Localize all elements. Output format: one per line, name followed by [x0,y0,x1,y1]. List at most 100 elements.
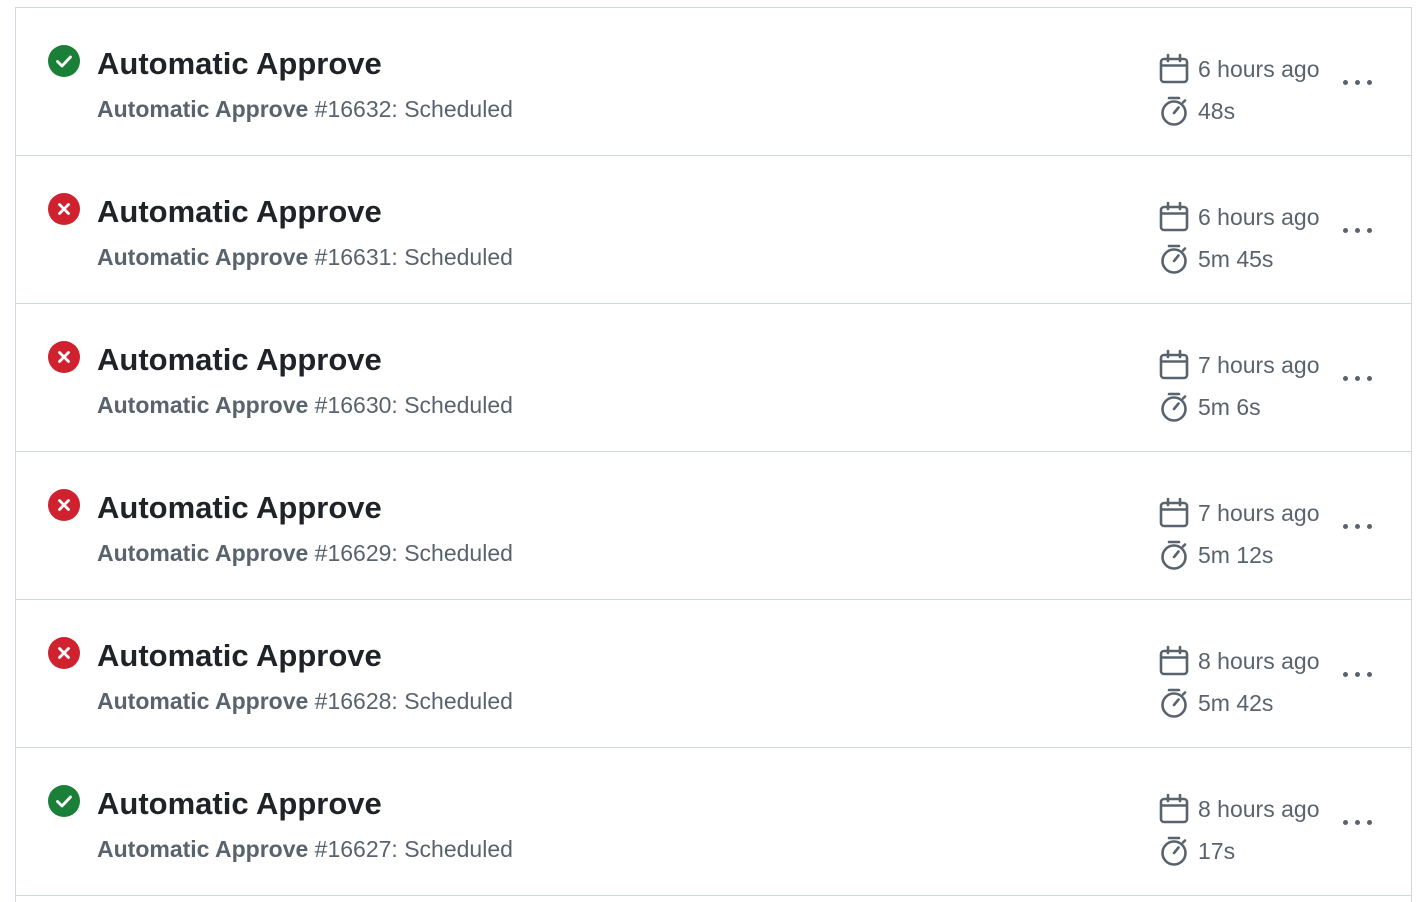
run-time-text: 6 hours ago [1198,55,1320,82]
run-meta: 8 hours ago 5m 42s [1158,640,1358,724]
run-menu-button[interactable] [1334,660,1380,688]
stopwatch-icon [1161,96,1187,126]
kebab-dot [1354,671,1360,677]
x-circle-icon [48,193,80,225]
x-circle-icon [48,341,80,373]
workflow-name[interactable]: Automatic Approve [97,688,308,714]
kebab-horizontal-icon [1342,819,1348,825]
kebab-dot [1366,79,1372,85]
run-title[interactable]: Automatic Approve [97,785,382,823]
calendar-icon [1159,497,1189,528]
run-subtitle: Automatic Approve #16628: Scheduled [97,686,513,716]
kebab-horizontal-icon [1342,227,1348,233]
kebab-dot [1354,819,1360,825]
kebab-horizontal-icon [1342,523,1348,529]
calendar-icon [1159,201,1189,232]
run-meta: 7 hours ago 5m 6s [1158,344,1358,428]
calendar-icon [1159,645,1189,676]
run-detail: #16628: Scheduled [314,688,513,714]
check-circle-icon [48,45,80,77]
run-detail: #16632: Scheduled [314,96,513,122]
run-meta: 8 hours ago 17s [1158,788,1358,872]
run-menu-button[interactable] [1334,68,1380,96]
workflow-name[interactable]: Automatic Approve [97,244,308,270]
run-subtitle: Automatic Approve #16630: Scheduled [97,390,513,420]
kebab-horizontal-icon [1342,671,1348,677]
run-title[interactable]: Automatic Approve [97,45,382,83]
run-subtitle: Automatic Approve #16629: Scheduled [97,538,513,568]
run-duration-text: 5m 12s [1198,541,1274,568]
run-time-text: 8 hours ago [1198,795,1320,822]
workflow-name[interactable]: Automatic Approve [97,540,308,566]
run-menu-button[interactable] [1334,512,1380,540]
kebab-horizontal-icon [1342,79,1348,85]
kebab-dot [1366,375,1372,381]
kebab-dot [1354,523,1360,529]
run-time: 7 hours ago [1158,492,1358,534]
kebab-horizontal-icon [1342,375,1348,381]
workflow-name[interactable]: Automatic Approve [97,836,308,862]
run-subtitle: Automatic Approve #16627: Scheduled [97,834,513,864]
kebab-dot [1354,227,1360,233]
calendar-icon [1159,349,1189,380]
run-duration-text: 5m 45s [1198,245,1274,272]
kebab-dot [1354,375,1360,381]
run-menu-button[interactable] [1334,364,1380,392]
run-time: 8 hours ago [1158,788,1358,830]
run-time: 8 hours ago [1158,640,1358,682]
run-title[interactable]: Automatic Approve [97,193,382,231]
workflow-run-row-4[interactable]: Automatic Approve Automatic Approve #166… [16,600,1411,748]
check-circle-icon [48,785,80,817]
stopwatch-icon [1161,392,1187,422]
kebab-dot [1354,79,1360,85]
x-circle-icon [48,489,80,521]
workflow-run-row-3[interactable]: Automatic Approve Automatic Approve #166… [16,452,1411,600]
calendar-icon [1159,53,1189,84]
run-title[interactable]: Automatic Approve [97,489,382,527]
run-duration: 5m 12s [1158,534,1358,576]
run-duration: 17s [1158,830,1358,872]
run-duration: 48s [1158,90,1358,132]
stopwatch-icon [1161,688,1187,718]
workflow-name[interactable]: Automatic Approve [97,392,308,418]
stopwatch-icon [1161,244,1187,274]
run-time-text: 8 hours ago [1198,647,1320,674]
run-time-text: 7 hours ago [1198,351,1320,378]
workflow-run-row-1[interactable]: Automatic Approve Automatic Approve #166… [16,156,1411,304]
run-duration-text: 48s [1198,97,1236,124]
run-meta: 6 hours ago 48s [1158,48,1358,132]
run-time: 6 hours ago [1158,196,1358,238]
workflow-runs-list: Automatic Approve Automatic Approve #166… [15,7,1412,902]
run-time-text: 7 hours ago [1198,499,1320,526]
run-time: 7 hours ago [1158,344,1358,386]
workflow-run-row-5[interactable]: Automatic Approve Automatic Approve #166… [16,748,1411,896]
workflow-run-row-0[interactable]: Automatic Approve Automatic Approve #166… [16,8,1411,156]
run-subtitle: Automatic Approve #16632: Scheduled [97,94,513,124]
run-duration: 5m 6s [1158,386,1358,428]
kebab-dot [1366,523,1372,529]
workflow-run-row-2[interactable]: Automatic Approve Automatic Approve #166… [16,304,1411,452]
kebab-dot [1366,671,1372,677]
run-duration: 5m 45s [1158,238,1358,280]
workflow-name[interactable]: Automatic Approve [97,96,308,122]
run-meta: 7 hours ago 5m 12s [1158,492,1358,576]
run-time: 6 hours ago [1158,48,1358,90]
run-subtitle: Automatic Approve #16631: Scheduled [97,242,513,272]
run-time-text: 6 hours ago [1198,203,1320,230]
stopwatch-icon [1161,836,1187,866]
run-menu-button[interactable] [1334,216,1380,244]
run-duration-text: 17s [1198,837,1236,864]
calendar-icon [1159,793,1189,824]
run-title[interactable]: Automatic Approve [97,637,382,675]
run-menu-button[interactable] [1334,808,1380,836]
run-duration: 5m 42s [1158,682,1358,724]
stopwatch-icon [1161,540,1187,570]
run-detail: #16630: Scheduled [314,392,513,418]
run-detail: #16631: Scheduled [314,244,513,270]
run-detail: #16629: Scheduled [314,540,513,566]
run-duration-text: 5m 6s [1198,393,1261,420]
run-title[interactable]: Automatic Approve [97,341,382,379]
kebab-dot [1366,227,1372,233]
kebab-dot [1366,819,1372,825]
x-circle-icon [48,637,80,669]
